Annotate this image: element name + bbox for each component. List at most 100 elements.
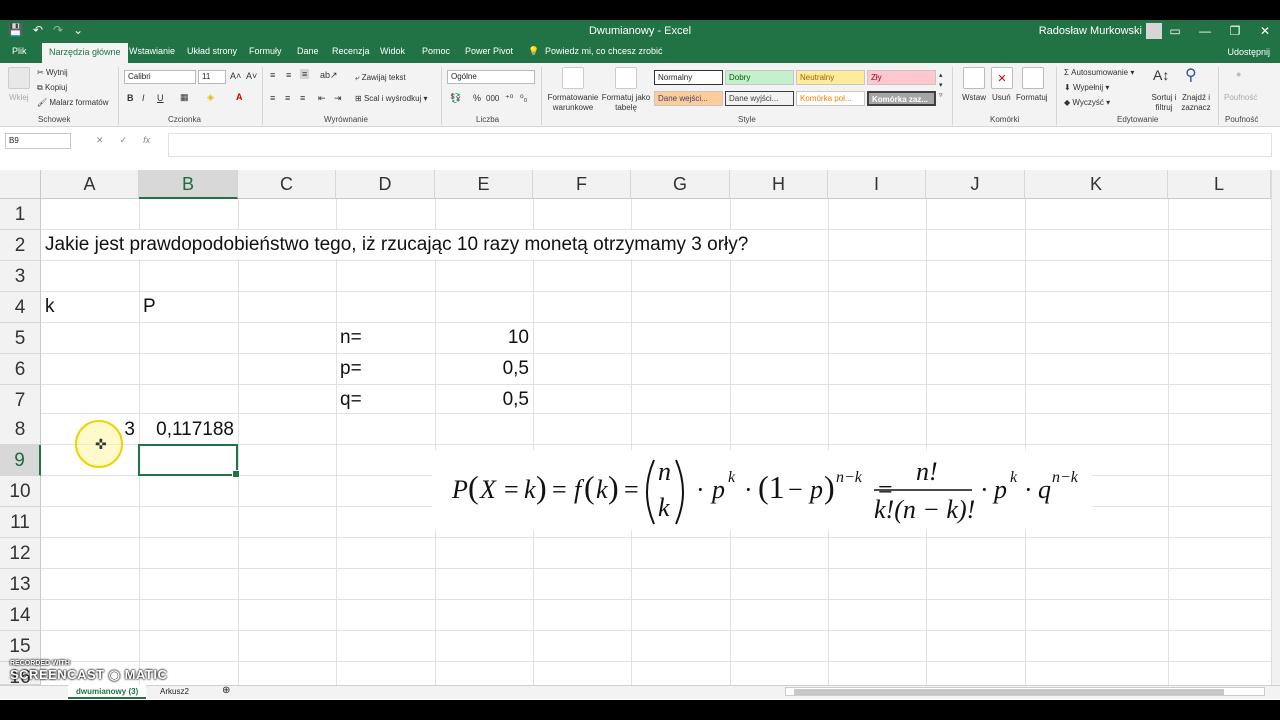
cut-button[interactable]: ✂ Wytnij	[37, 68, 68, 77]
align-bottom-icon[interactable]: ≡	[300, 69, 310, 79]
style-neutral[interactable]: Neutralny	[796, 70, 865, 85]
thousands-button[interactable]: 000	[486, 94, 499, 103]
share-button[interactable]: Udostępnij	[1227, 47, 1270, 57]
row-header-14[interactable]: 14	[0, 600, 41, 631]
font-name-combo[interactable]: Calibri	[124, 70, 196, 84]
column-header-f[interactable]: F	[533, 170, 631, 199]
fill-button[interactable]: ⬇ Wypełnij ▾	[1064, 83, 1109, 92]
format-painter-button[interactable]: 🖌 Malarz formatów	[37, 98, 109, 107]
delete-cells-button[interactable]: Usuń	[992, 93, 1011, 102]
grow-font-icon[interactable]: A˄	[230, 71, 241, 81]
column-header-i[interactable]: I	[828, 170, 926, 199]
row-header-13[interactable]: 13	[0, 569, 41, 600]
format-as-table-icon[interactable]	[615, 67, 637, 89]
shrink-font-icon[interactable]: A˅	[246, 71, 257, 81]
user-name[interactable]: Radosław Murkowski	[1039, 25, 1142, 37]
wrap-text-button[interactable]: ⤶ Zawijaj tekst	[355, 73, 406, 83]
cell-d6[interactable]: p=	[340, 353, 362, 384]
tab-formulas[interactable]: Formuły	[249, 46, 282, 56]
row-header-8[interactable]: 8	[0, 414, 41, 445]
font-size-combo[interactable]: 11	[198, 70, 226, 84]
column-header-j[interactable]: J	[926, 170, 1025, 199]
copy-button[interactable]: ⧉ Kopiuj	[37, 83, 67, 93]
row-header-6[interactable]: 6	[0, 354, 41, 385]
cell-b4[interactable]: P	[143, 291, 156, 322]
cell-e6[interactable]: 0,5	[435, 353, 529, 384]
horizontal-scroll-thumb[interactable]	[794, 689, 1224, 695]
tab-review[interactable]: Recenzja	[332, 46, 370, 56]
select-all-corner[interactable]	[0, 170, 41, 199]
fill-color-icon[interactable]: ◈	[207, 92, 214, 103]
increase-decimal-icon[interactable]: ⁺⁰	[505, 93, 513, 104]
restore-icon[interactable]: ❐	[1220, 20, 1250, 43]
column-header-c[interactable]: C	[238, 170, 336, 199]
tab-insert[interactable]: Wstawianie	[129, 46, 175, 56]
vertical-scrollbar[interactable]	[1271, 170, 1280, 685]
horizontal-scrollbar[interactable]	[785, 687, 1265, 696]
format-cells-button[interactable]: Formatuj	[1016, 93, 1048, 102]
bold-button[interactable]: B	[127, 93, 134, 103]
italic-button[interactable]: I	[142, 93, 145, 103]
align-top-icon[interactable]: ≡	[270, 70, 275, 80]
style-input[interactable]: Dane wejści...	[654, 91, 723, 106]
decrease-indent-icon[interactable]: ⇤	[318, 93, 326, 104]
percent-button[interactable]: %	[473, 93, 481, 103]
row-header-1[interactable]: 1	[0, 199, 41, 230]
row-header-7[interactable]: 7	[0, 385, 41, 416]
row-header-15[interactable]: 15	[0, 631, 41, 662]
align-right-icon[interactable]: ≡	[300, 93, 305, 103]
minimize-icon[interactable]: —	[1190, 20, 1220, 43]
style-linked-cell[interactable]: Komórka poł...	[796, 91, 865, 106]
name-box[interactable]: B9	[5, 133, 71, 149]
insert-cells-icon[interactable]	[963, 67, 985, 89]
column-header-a[interactable]: A	[41, 170, 139, 199]
paste-button[interactable]: Wklej	[9, 93, 29, 102]
increase-indent-icon[interactable]: ⇥	[334, 93, 342, 104]
column-header-d[interactable]: D	[336, 170, 435, 199]
row-header-5[interactable]: 5	[0, 323, 41, 354]
cell-a4[interactable]: k	[45, 291, 55, 322]
style-normal[interactable]: Normalny	[654, 70, 723, 85]
underline-button[interactable]: U	[157, 93, 164, 103]
column-header-l[interactable]: L	[1168, 170, 1271, 199]
column-header-b[interactable]: B	[139, 170, 238, 199]
formula-input[interactable]	[168, 133, 1272, 157]
align-center-icon[interactable]: ≡	[285, 93, 290, 103]
font-color-icon[interactable]: A	[236, 92, 243, 102]
style-check-cell[interactable]: Komórka zaz...	[867, 91, 936, 106]
row-header-3[interactable]: 3	[0, 261, 41, 292]
column-header-e[interactable]: E	[435, 170, 533, 199]
find-select-button[interactable]: Znajdź i zaznacz	[1178, 93, 1214, 113]
add-sheet-icon[interactable]: ⊕	[214, 685, 238, 699]
column-header-h[interactable]: H	[730, 170, 828, 199]
find-select-icon[interactable]: ⚲	[1185, 65, 1197, 85]
cell-e5[interactable]: 10	[435, 322, 529, 353]
style-good[interactable]: Dobry	[725, 70, 794, 85]
accounting-icon[interactable]: 💱	[450, 93, 461, 104]
styles-scroll-icon[interactable]: ▴ ▾ ▿	[939, 71, 943, 101]
format-as-table-button[interactable]: Formatuj jako tabelę	[600, 93, 652, 113]
formula-image[interactable]: P ( X = k ) = f ( k ) = n k · p k · (1 −…	[432, 450, 1092, 530]
sheet-tab-dwumianowy[interactable]: dwumianowy (3)	[68, 685, 147, 699]
decrease-decimal-icon[interactable]: ⁰₀	[520, 93, 527, 104]
paste-icon[interactable]	[8, 67, 30, 89]
row-header-10[interactable]: 10	[0, 476, 41, 507]
cell-a2[interactable]: Jakie jest prawdopodobieństwo tego, iż r…	[45, 229, 748, 260]
sheet-tab-arkusz2[interactable]: Arkusz2	[152, 685, 197, 699]
tab-home[interactable]: Narzędzia główne	[42, 43, 128, 63]
tab-page-layout[interactable]: Układ strony	[187, 46, 237, 56]
column-header-g[interactable]: G	[631, 170, 730, 199]
cancel-icon[interactable]: ✕	[96, 135, 104, 146]
cell-e7[interactable]: 0,5	[435, 384, 529, 415]
column-header-k[interactable]: K	[1025, 170, 1168, 199]
row-header-11[interactable]: 11	[0, 507, 41, 538]
autosum-button[interactable]: Σ Autosumowanie ▾	[1064, 68, 1134, 77]
tab-power-pivot[interactable]: Power Pivot	[465, 46, 513, 56]
row-header-2[interactable]: 2	[0, 230, 41, 261]
cell-d5[interactable]: n=	[340, 322, 362, 353]
tab-help[interactable]: Pomoc	[422, 46, 450, 56]
tab-data[interactable]: Dane	[297, 46, 319, 56]
sort-filter-button[interactable]: Sortuj i filtruj	[1148, 93, 1180, 113]
number-format-combo[interactable]: Ogólne	[447, 70, 535, 84]
style-output[interactable]: Dane wyjści...	[725, 91, 794, 106]
